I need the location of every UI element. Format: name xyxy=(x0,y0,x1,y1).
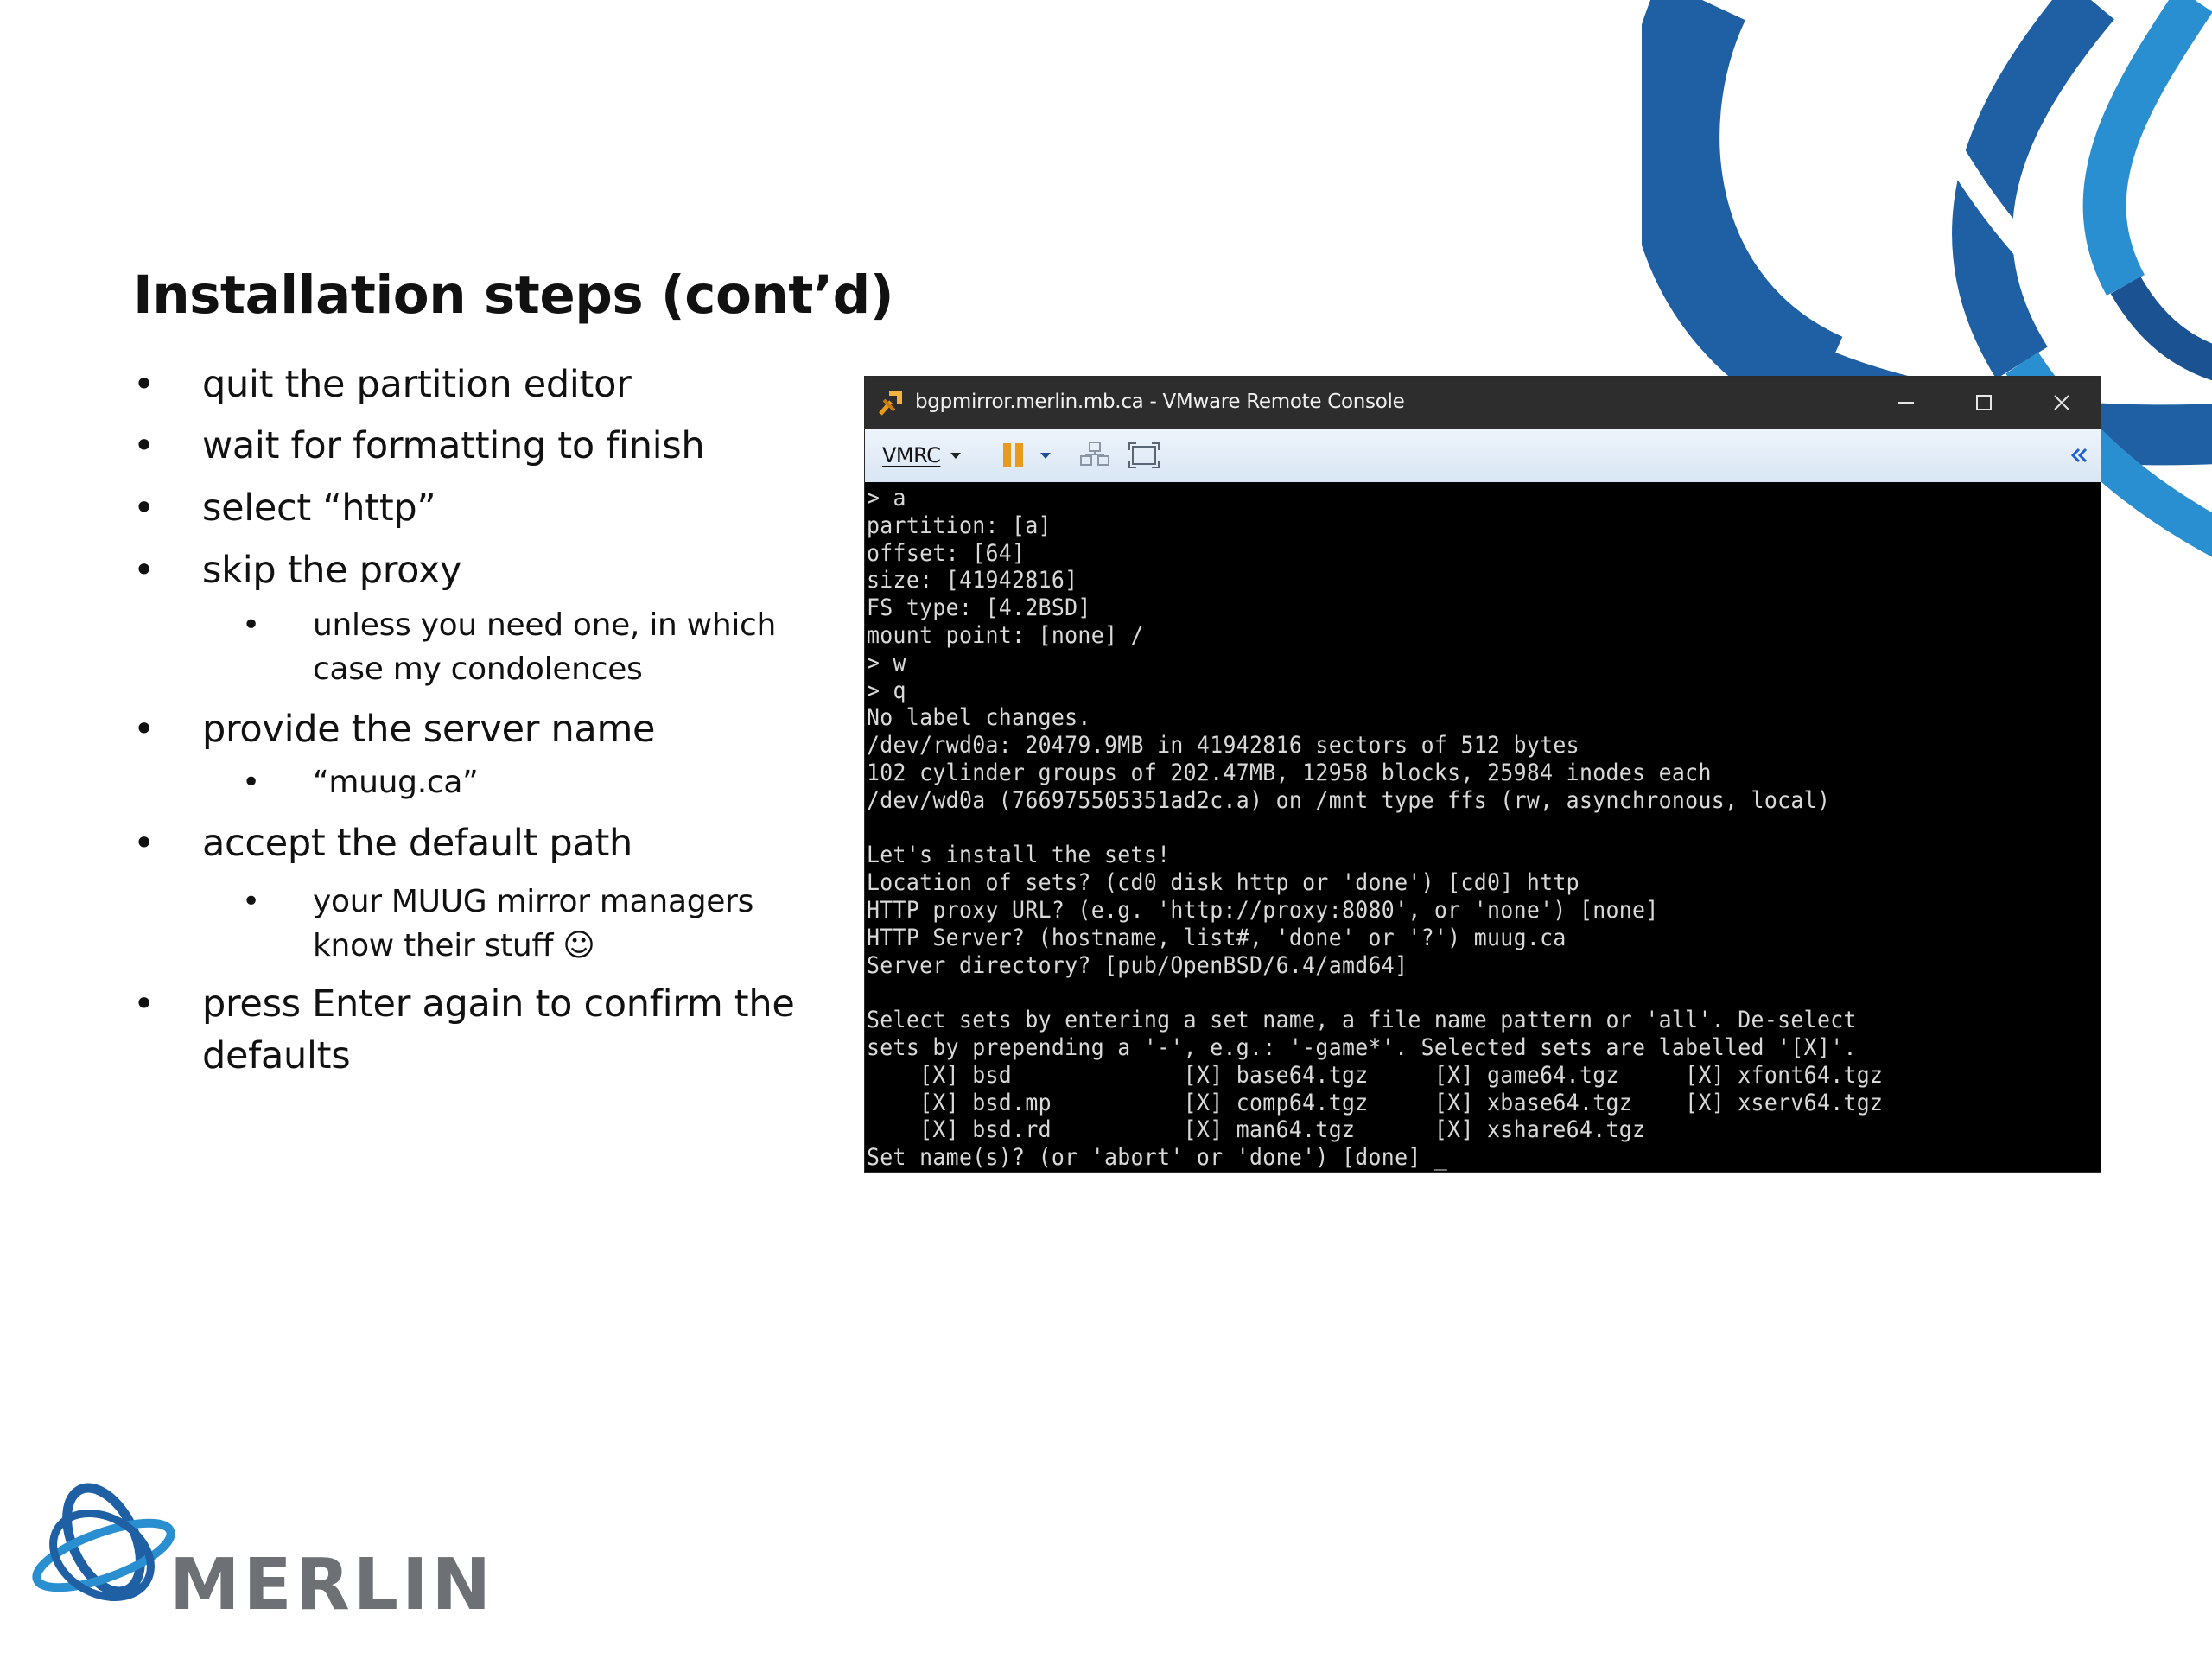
close-button[interactable] xyxy=(2023,377,2101,429)
terminal-line: HTTP proxy URL? (e.g. 'http://proxy:8080… xyxy=(867,896,1659,924)
pause-menu-button[interactable] xyxy=(1038,441,1053,470)
terminal-line: Location of sets? (cd0 disk http or 'don… xyxy=(867,869,1580,897)
terminal-line: Select sets by entering a set name, a fi… xyxy=(867,1007,1857,1034)
terminal-line: [X] bsd.mp [X] comp64.tgz [X] xbase64.tg… xyxy=(867,1089,1884,1116)
terminal-output: > a partition: [a] offset: [64] size: [4194… xyxy=(867,485,1883,1172)
bullet-text: know their stuff ☺ xyxy=(313,928,595,963)
window-titlebar[interactable]: bgpmirror.merlin.mb.ca - VMware Remote C… xyxy=(865,377,2101,429)
vmrc-toolbar: VMRC xyxy=(865,429,2101,483)
terminal-line: partition: [a] xyxy=(867,512,1052,539)
terminal-line: 102 cylinder groups of 202.47MB, 12958 b… xyxy=(867,759,1712,786)
chevron-down-icon xyxy=(950,453,962,459)
terminal-line: [X] bsd [X] base64.tgz [X] game64.tgz [X… xyxy=(867,1061,1884,1089)
terminal-line: > w xyxy=(867,649,906,677)
bullet-dot: • xyxy=(242,765,260,800)
bullet-dot: • xyxy=(242,884,260,919)
terminal-line: sets by prepending a '-', e.g.: '-game*'… xyxy=(867,1033,1857,1061)
fullscreen-icon xyxy=(1128,442,1160,468)
terminal-line: /dev/rwd0a: 20479.9MB in 41942816 sector… xyxy=(867,732,1580,760)
slide: Installation steps (cont’d) • quit the pa… xyxy=(0,0,2212,1659)
maximize-icon xyxy=(1976,395,1992,410)
pause-button[interactable] xyxy=(1001,441,1027,470)
minimize-button[interactable] xyxy=(1867,377,1945,429)
merlin-logo: MERLIN xyxy=(32,1483,494,1624)
bullet-text: skip the proxy xyxy=(202,549,462,592)
bullet-text: case my condolences xyxy=(313,652,643,687)
terminal-line: size: [41942816] xyxy=(867,567,1078,594)
bullet-dot: • xyxy=(133,549,156,592)
bullet-text: “muug.ca” xyxy=(313,765,479,800)
chevron-down-icon xyxy=(1040,453,1051,459)
terminal-line: offset: [64] xyxy=(867,539,1026,567)
terminal-line: Set name(s)? (or 'abort' or 'done') [don… xyxy=(867,1144,1448,1172)
terminal-line: > a xyxy=(867,485,906,512)
close-icon xyxy=(2054,395,2069,410)
send-keys-button[interactable] xyxy=(1079,441,1110,470)
merlin-logo-text: MERLIN xyxy=(169,1544,494,1624)
bullet-text: wait for formatting to finish xyxy=(202,424,705,467)
pause-icon xyxy=(1003,443,1023,467)
bullet-dot: • xyxy=(133,486,156,530)
bullet-dot: • xyxy=(133,424,156,467)
vmrc-menu-button[interactable]: VMRC xyxy=(882,441,964,470)
collapse-toolbar-button[interactable] xyxy=(2069,441,2088,470)
window-title: bgpmirror.merlin.mb.ca - VMware Remote C… xyxy=(915,391,1405,413)
slide-title: Installation steps (cont’d) xyxy=(133,264,894,326)
double-chevron-left-icon xyxy=(2070,448,2088,463)
vmrc-window[interactable]: bgpmirror.merlin.mb.ca - VMware Remote C… xyxy=(864,376,2101,1173)
network-icon xyxy=(1080,442,1109,466)
bullet-text: defaults xyxy=(202,1034,351,1077)
bullet-dot: • xyxy=(133,708,156,751)
terminal-line: mount point: [none] / xyxy=(867,621,1144,649)
bullet-text: select “http” xyxy=(202,486,436,530)
terminal-line: HTTP Server? (hostname, list#, 'done' or… xyxy=(867,924,1567,951)
terminal-line: [X] bsd.rd [X] man64.tgz [X] xshare64.tg… xyxy=(867,1116,1646,1144)
bullet-text: provide the server name xyxy=(202,708,656,751)
minimize-icon xyxy=(1898,402,1914,404)
terminal-line: FS type: [4.2BSD] xyxy=(867,594,1091,622)
bullet-dot: • xyxy=(133,363,156,406)
terminal-line: > q xyxy=(867,677,906,704)
terminal-line: /dev/wd0a (766975505351ad2c.a) on /mnt t… xyxy=(867,786,1831,814)
maximize-button[interactable] xyxy=(1945,377,2023,429)
vmrc-menu-label: VMRC xyxy=(882,443,941,467)
bullet-text: press Enter again to confirm the xyxy=(202,982,795,1026)
bullet-dot: • xyxy=(242,607,260,643)
terminal-line: Let's install the sets! xyxy=(867,842,1171,869)
terminal-line: Server directory? [pub/OpenBSD/6.4/amd64… xyxy=(867,951,1408,979)
merlin-swirl-icon xyxy=(32,1483,175,1601)
terminal-line: No label changes. xyxy=(867,704,1091,732)
fullscreen-button[interactable] xyxy=(1128,441,1160,470)
bullet-text: accept the default path xyxy=(202,822,632,865)
console-terminal[interactable]: > a partition: [a] offset: [64] size: [4194… xyxy=(865,482,2101,1172)
bullet-dot: • xyxy=(133,982,156,1026)
bullet-text: unless you need one, in which xyxy=(313,607,777,643)
vmrc-icon xyxy=(879,391,902,416)
bullet-text: your MUUG mirror managers xyxy=(313,884,754,919)
bullet-dot: • xyxy=(133,822,156,865)
bullet-text: quit the partition editor xyxy=(202,363,632,406)
